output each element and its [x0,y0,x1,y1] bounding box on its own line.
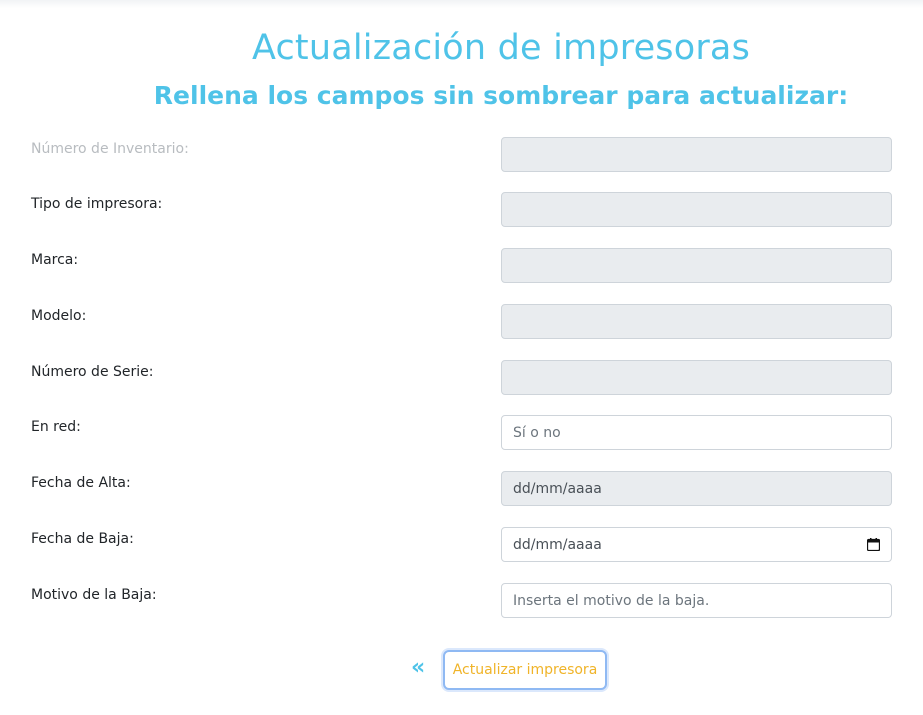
page-subtitle: Rellena los campos sin sombrear para act… [153,81,849,110]
networked-label: En red: [31,419,81,435]
top-bar [0,0,923,8]
brand-input [501,248,892,283]
model-label: Modelo: [31,308,87,324]
deregistration-reason-label: Motivo de la Baja: [31,587,157,603]
serial-number-label: Número de Serie: [31,364,154,380]
registration-date-input: dd/mm/aaaa [501,471,892,506]
deregistration-date-label: Fecha de Baja: [31,531,134,547]
deregistration-reason-placeholder: Inserta el motivo de la baja. [513,592,710,609]
printer-type-label: Tipo de impresora: [31,196,163,212]
model-input [501,304,892,339]
page-title: Actualización de impresoras [251,28,751,68]
registration-date-label: Fecha de Alta: [31,475,131,491]
printer-type-input [501,192,892,227]
serial-number-input [501,360,892,395]
brand-label: Marca: [31,252,79,268]
networked-input[interactable]: Sí o no [501,415,892,450]
deregistration-reason-input[interactable]: Inserta el motivo de la baja. [501,583,892,618]
registration-date-value: dd/mm/aaaa [513,480,602,497]
back-link[interactable]: « [411,656,425,680]
update-printer-button[interactable]: Actualizar impresora [443,650,607,690]
networked-placeholder: Sí o no [513,424,561,441]
deregistration-date-input[interactable]: dd/mm/aaaa [501,527,892,562]
deregistration-date-value: dd/mm/aaaa [513,536,602,553]
calendar-icon[interactable] [867,538,880,551]
inventory-number-input [501,137,892,172]
inventory-number-label: Número de Inventario: [31,141,189,157]
